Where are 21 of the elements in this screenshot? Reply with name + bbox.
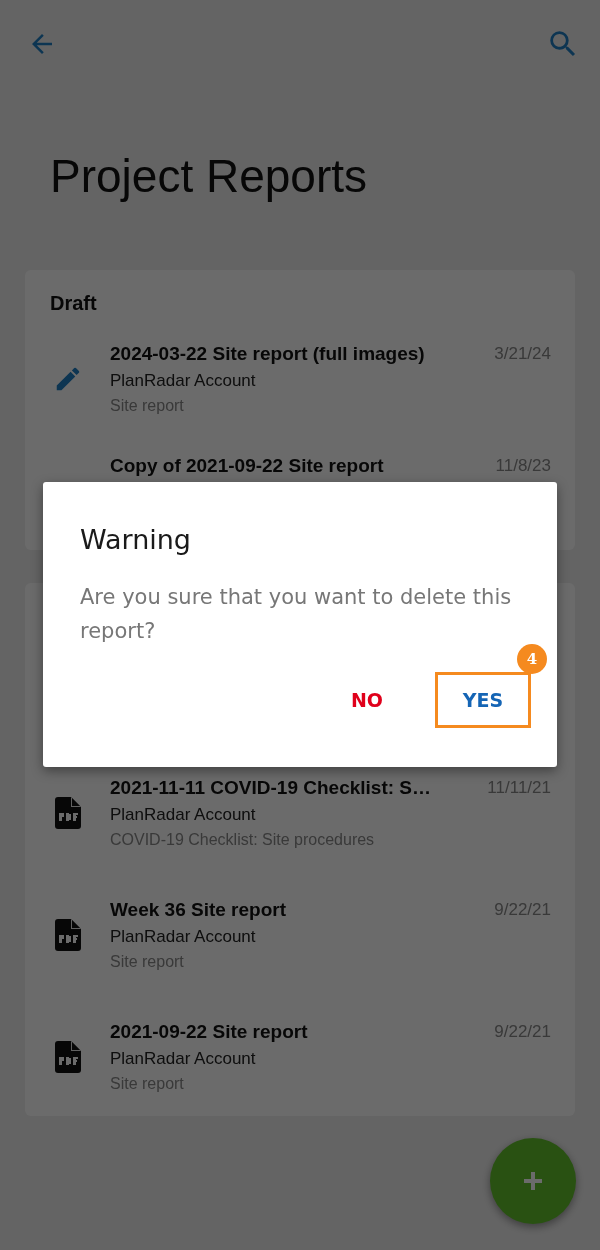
page-title: Project Reports bbox=[49, 149, 368, 204]
step-badge: 4 bbox=[517, 644, 547, 674]
report-account: PlanRadar Account bbox=[110, 370, 257, 392]
dialog-message: Are you sure that you want to delete this report? bbox=[80, 584, 513, 645]
report-account: PlanRadar Account bbox=[110, 804, 257, 826]
add-button[interactable] bbox=[490, 1138, 576, 1224]
plus-icon bbox=[521, 1169, 545, 1193]
report-title[interactable]: 2021-11-11 COVID-19 Checklist: S… bbox=[110, 774, 488, 802]
pdf-file-icon bbox=[54, 919, 81, 951]
pdf-file-icon bbox=[54, 797, 81, 829]
report-title[interactable]: 2024-03-22 Site report (full images) bbox=[110, 340, 495, 368]
dialog-title: Warning bbox=[80, 523, 192, 557]
report-account: PlanRadar Account bbox=[110, 926, 257, 948]
report-title[interactable]: Week 36 Site report bbox=[110, 896, 495, 924]
section-heading: Draft bbox=[49, 291, 98, 316]
report-title[interactable]: Copy of 2021-09-22 Site report bbox=[110, 452, 496, 480]
yes-button[interactable]: YES bbox=[435, 672, 531, 728]
report-title[interactable]: 2021-09-22 Site report bbox=[110, 1018, 495, 1046]
no-button[interactable]: NO bbox=[319, 672, 415, 728]
pdf-file-icon bbox=[54, 1041, 81, 1073]
report-account: PlanRadar Account bbox=[110, 1048, 257, 1070]
